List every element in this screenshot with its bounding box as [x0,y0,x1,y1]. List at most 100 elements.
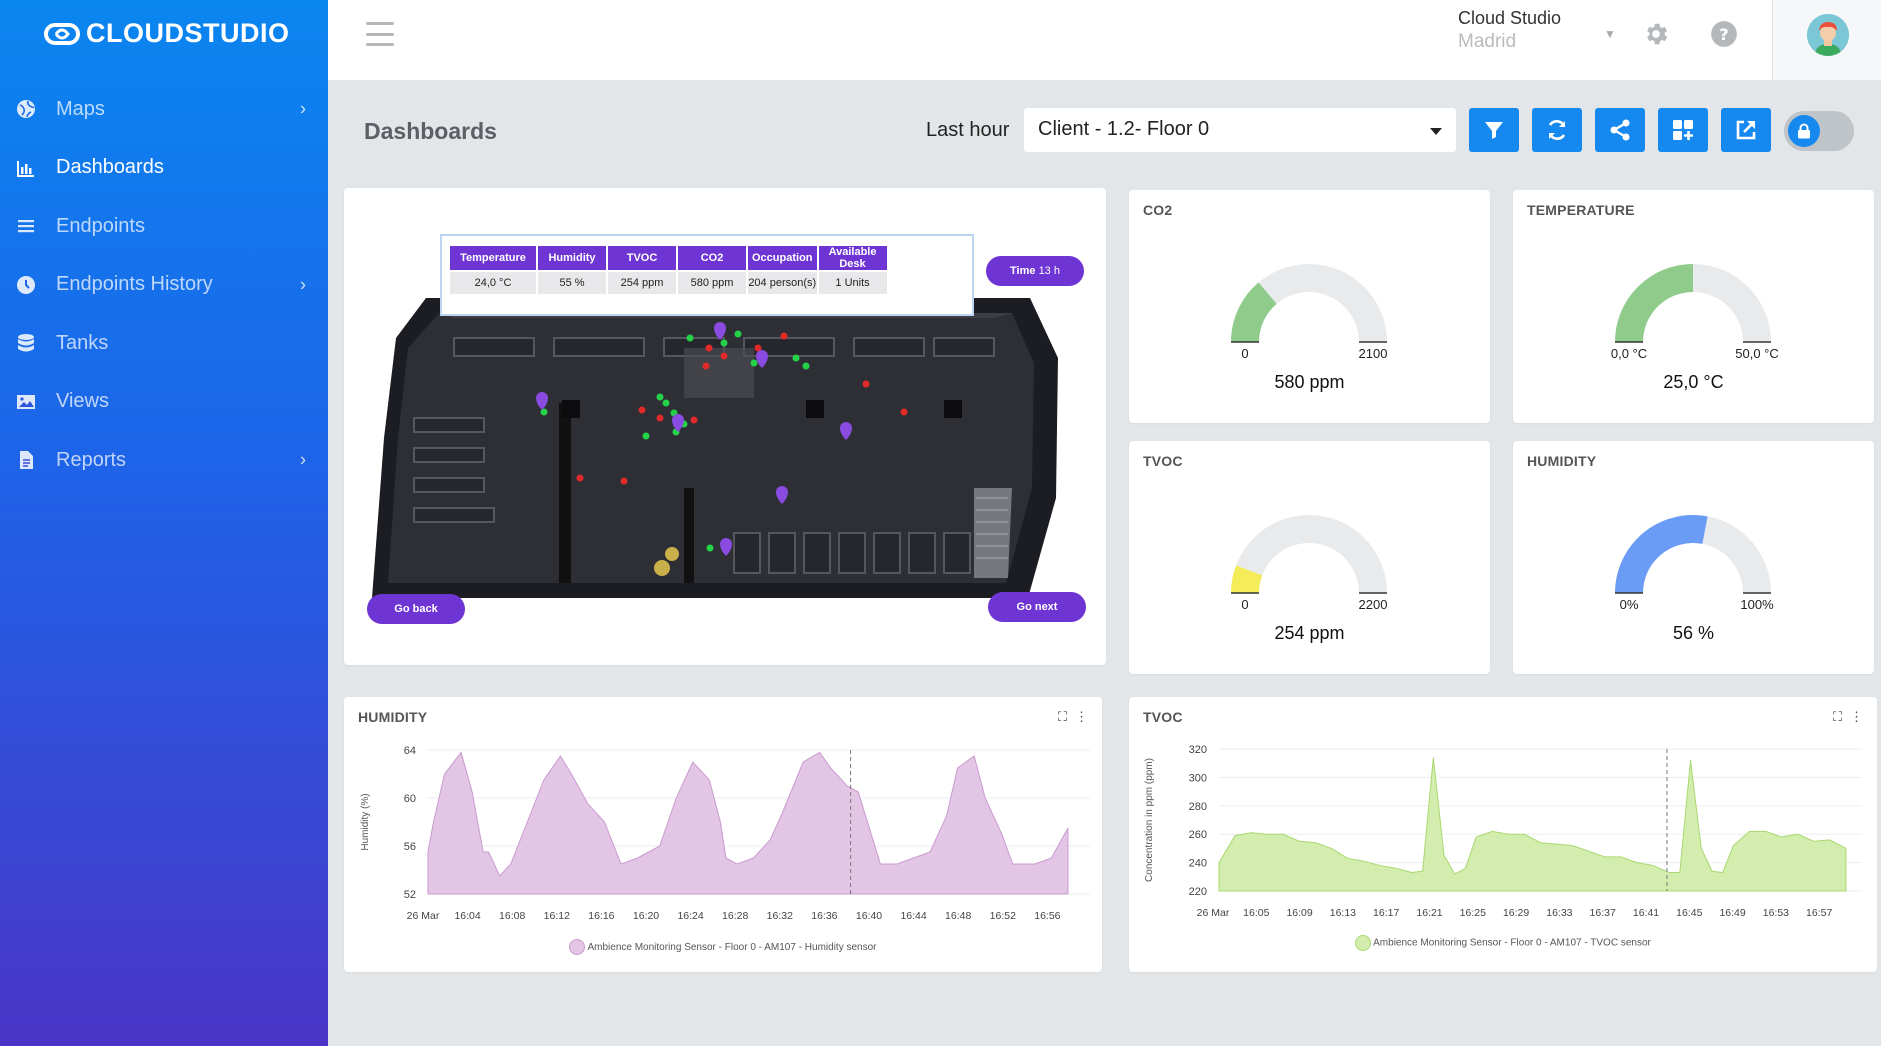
filter-button[interactable] [1469,108,1519,152]
x-tick-label: 16:48 [945,910,971,922]
help-icon[interactable]: ? [1710,20,1738,48]
x-tick-label: 16:40 [856,910,882,922]
sidebar-item-label: Endpoints [56,214,145,237]
tvoc-gauge-min: 0 [1241,597,1249,612]
go-next-button[interactable]: Go next [988,592,1086,622]
x-tick-label: 16:13 [1330,907,1356,919]
cloud-logo-icon [44,22,80,45]
time-badge[interactable]: Time 13 h [986,256,1084,286]
legend-swatch [1355,935,1372,951]
topbar: Cloud Studio Madrid ▼ ? [328,0,1881,80]
sidebar-item-tanks[interactable]: Tanks [0,314,328,373]
y-axis-label: Humidity (%) [360,793,371,850]
sidebar-item-views[interactable]: Views [0,373,328,432]
y-tick-label: 56 [404,841,416,853]
clock-icon [16,275,36,295]
x-tick-label: 16:49 [1719,907,1745,919]
y-tick-label: 60 [404,793,416,805]
x-tick-label: 16:09 [1286,907,1312,919]
co2-gauge-max: 2100 [1358,346,1388,361]
x-tick-label: 16:12 [544,910,570,922]
temperature-gauge-card: TEMPERATURE 0,0 °C 50,0 °C 25,0 °C [1513,190,1874,423]
summary-header: CO2 [678,246,746,270]
x-tick-label: 16:44 [900,910,926,922]
tvoc-gauge-max: 2200 [1358,597,1388,612]
c1-plot[interactable]: 220 240 260 280 300 320 26 Mar 16:05 16:09 16:13 1… [1129,697,1877,937]
temperature-gauge-min: 0,0 °C [1610,346,1648,361]
go-back-button[interactable]: Go back [367,594,465,624]
sidebar-item-label: Dashboards [56,156,164,179]
summary-value: 580 ppm [678,272,746,294]
sidebar-item-label: Views [56,390,109,413]
humidity-gauge [1615,515,1771,594]
sidebar-item-maps[interactable]: Maps › [0,80,328,139]
humidity-gauge-fill [1615,515,1708,593]
x-tick-label: 16:29 [1503,907,1529,919]
x-tick-label: 16:20 [633,910,659,922]
y-tick-label: 300 [1189,772,1207,784]
humidity-gauge-max: 100% [1740,597,1774,612]
temperature-gauge-fill [1615,264,1693,342]
tvoc-gauge [1231,515,1387,594]
chart-legend[interactable]: Ambience Monitoring Sensor - Floor 0 - A… [344,939,1102,955]
co2-gauge [1231,264,1387,343]
external-link-icon [1736,120,1756,140]
brand-logo[interactable]: CLOUDSTUDIO [44,18,290,49]
x-tick-label: 16:53 [1763,907,1789,919]
y-tick-label: 64 [404,745,416,757]
filter-icon [1485,122,1503,139]
open-external-button[interactable] [1721,108,1771,152]
share-button[interactable] [1595,108,1645,152]
y-tick-label: 220 [1189,886,1207,898]
caret-down-icon[interactable]: ▼ [1604,27,1616,41]
x-tick-label: 16:41 [1633,907,1659,919]
x-tick-label: 16:21 [1416,907,1442,919]
dashboard-select[interactable]: Client - 1.2- Floor 0 [1024,108,1456,152]
y-tick-label: 260 [1189,829,1207,841]
legend-label: Ambience Monitoring Sensor - Floor 0 - A… [1373,937,1651,949]
brand-name: CLOUDSTUDIO [86,18,290,48]
image-icon [16,392,36,412]
series-area [427,751,1069,895]
sidebar-item-dashboards[interactable]: Dashboards [0,139,328,198]
avatar [1807,14,1849,56]
add-widget-button[interactable] [1658,108,1708,152]
x-tick-label: 16:32 [767,910,793,922]
sidebar-item-endpoints-history[interactable]: Endpoints History › [0,256,328,315]
sidebar-item-reports[interactable]: Reports › [0,431,328,490]
x-tick-label: 16:16 [588,910,614,922]
file-icon [16,450,36,470]
x-tick-label: 16:24 [677,910,703,922]
x-tick-label: 16:08 [499,910,525,922]
y-axis-label: Concentration in ppm (ppm) [1144,758,1155,882]
summary-value: 1 Units [818,272,887,294]
summary-header: Humidity [538,246,606,270]
menu-toggle-icon[interactable] [366,22,394,46]
chart-legend[interactable]: Ambience Monitoring Sensor - Floor 0 - A… [1129,935,1877,951]
temperature-gauge [1615,264,1771,343]
sidebar-item-endpoints[interactable]: Endpoints [0,197,328,256]
user-menu[interactable] [1772,0,1881,80]
gear-icon[interactable] [1642,20,1670,48]
co2-gauge-min: 0 [1241,346,1249,361]
refresh-button[interactable] [1532,108,1582,152]
x-tick-label: 16:17 [1373,907,1399,919]
x-tick-label: 16:57 [1806,907,1832,919]
c0-plot[interactable]: 52 56 60 64 26 Mar 16:04 16:08 16:12 16:16 16:20 1… [344,697,1102,937]
x-tick-label: 16:37 [1590,907,1616,919]
sidebar-item-label: Tanks [56,331,109,354]
chevron-right-icon: › [300,98,306,119]
summary-header: Occupation [748,246,817,270]
lock-toggle[interactable] [1784,111,1854,151]
summary-value: 204 person(s) [748,272,817,294]
temperature-gauge-value: 25,0 °C [1663,372,1724,392]
humidity-gauge-value: 56 % [1672,623,1715,643]
summary-header: Available Desk [818,246,887,270]
database-icon [16,333,36,353]
account-switcher[interactable]: Cloud Studio Madrid [1458,8,1561,53]
y-tick-label: 240 [1189,858,1207,870]
tvoc-chart-card: TVOC ⛶ ⋮ 220 240 260 280 300 320 26 Mar 16:05 16:… [1129,697,1877,972]
time-range-label[interactable]: Last hour [926,119,1009,142]
legend-label: Ambience Monitoring Sensor - Floor 0 - A… [587,941,877,953]
list-icon [16,216,36,236]
